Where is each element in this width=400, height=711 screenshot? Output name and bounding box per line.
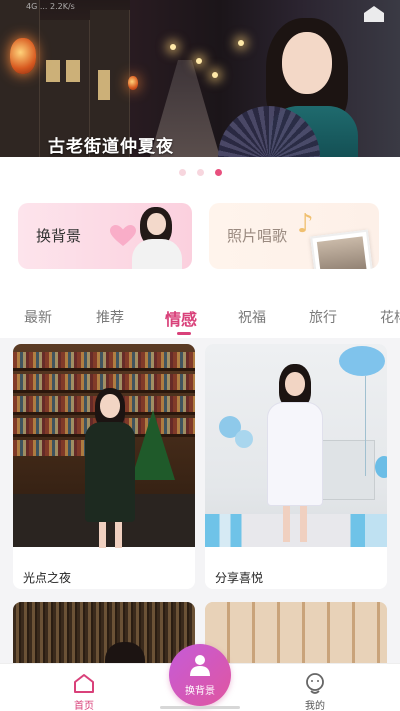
nav-home-label: 首页 bbox=[74, 701, 94, 711]
nav-home[interactable]: 首页 bbox=[62, 670, 106, 711]
template-grid: 光点之夜 分享喜悦 bbox=[0, 338, 400, 663]
window bbox=[98, 70, 110, 100]
music-note-icon: ♪ bbox=[297, 209, 314, 239]
balloon bbox=[235, 430, 253, 448]
carousel-indicator bbox=[0, 157, 400, 187]
template-card[interactable]: 光点之夜 bbox=[13, 344, 195, 589]
tab-recommend[interactable]: 推荐 bbox=[96, 307, 124, 327]
user-icon bbox=[190, 655, 210, 676]
street-lamp bbox=[170, 44, 176, 50]
nav-mine[interactable]: 我的 bbox=[293, 670, 337, 711]
change-background-fab[interactable]: 换背景 bbox=[169, 644, 231, 706]
feature-label: 照片唱歌 bbox=[227, 227, 288, 245]
lantern-icon bbox=[10, 38, 36, 74]
active-tab-indicator bbox=[177, 332, 191, 335]
carousel-dot[interactable] bbox=[196, 168, 204, 176]
template-image bbox=[13, 344, 195, 548]
template-image bbox=[13, 602, 195, 663]
template-caption: 光点之夜 bbox=[23, 571, 72, 585]
home-indicator bbox=[160, 706, 240, 709]
home-icon bbox=[74, 674, 94, 693]
girl-figure bbox=[255, 364, 335, 544]
street-lamp bbox=[212, 72, 218, 78]
banner-title: 古老街道仲夏夜 bbox=[48, 137, 174, 157]
street-lamp bbox=[238, 40, 244, 46]
carousel-dot[interactable] bbox=[214, 168, 222, 176]
building bbox=[0, 0, 40, 157]
template-image bbox=[205, 344, 387, 547]
photo-frame-image bbox=[310, 229, 374, 269]
balloon bbox=[375, 456, 387, 478]
template-image bbox=[205, 602, 387, 663]
lantern-icon bbox=[128, 76, 138, 90]
photo-sing-card[interactable]: 照片唱歌 ♪ bbox=[209, 203, 379, 269]
fab-label: 换背景 bbox=[185, 686, 215, 697]
nav-mine-label: 我的 bbox=[305, 701, 325, 711]
girl-head bbox=[105, 642, 145, 663]
banner-carousel[interactable]: 4G ... 2.2K/s 古老街道仲夏夜 bbox=[0, 0, 400, 157]
window bbox=[46, 60, 60, 82]
feature-girl-image bbox=[126, 207, 186, 269]
tab-travel[interactable]: 旅行 bbox=[309, 307, 337, 327]
feature-section: 换背景 照片唱歌 ♪ bbox=[0, 187, 400, 290]
window bbox=[66, 60, 80, 82]
carousel-dot[interactable] bbox=[178, 168, 186, 176]
tab-blessing[interactable]: 祝福 bbox=[238, 307, 266, 327]
tab-flower[interactable]: 花样 bbox=[380, 307, 400, 327]
girl-figure bbox=[75, 388, 145, 548]
tab-latest[interactable]: 最新 bbox=[24, 307, 52, 327]
template-card[interactable] bbox=[205, 602, 387, 663]
template-card[interactable]: 分享喜悦 bbox=[205, 344, 387, 589]
house-icon bbox=[364, 6, 384, 22]
app-screen: 4G ... 2.2K/s 古老街道仲夏夜 换背景 照片唱歌 ♪ 最新 推荐 情… bbox=[0, 0, 400, 711]
tab-emotion[interactable]: 情感 bbox=[165, 306, 197, 330]
feature-label: 换背景 bbox=[36, 227, 82, 245]
balloon bbox=[339, 346, 385, 376]
template-card[interactable] bbox=[13, 602, 195, 663]
profile-icon bbox=[306, 673, 324, 694]
category-tabs: 最新 推荐 情感 祝福 旅行 花样 bbox=[0, 290, 400, 338]
balloon-string bbox=[365, 376, 366, 476]
status-bar-text: 4G ... 2.2K/s bbox=[26, 2, 75, 11]
change-background-card[interactable]: 换背景 bbox=[18, 203, 192, 269]
street-lamp bbox=[196, 58, 202, 64]
template-caption: 分享喜悦 bbox=[215, 571, 264, 585]
